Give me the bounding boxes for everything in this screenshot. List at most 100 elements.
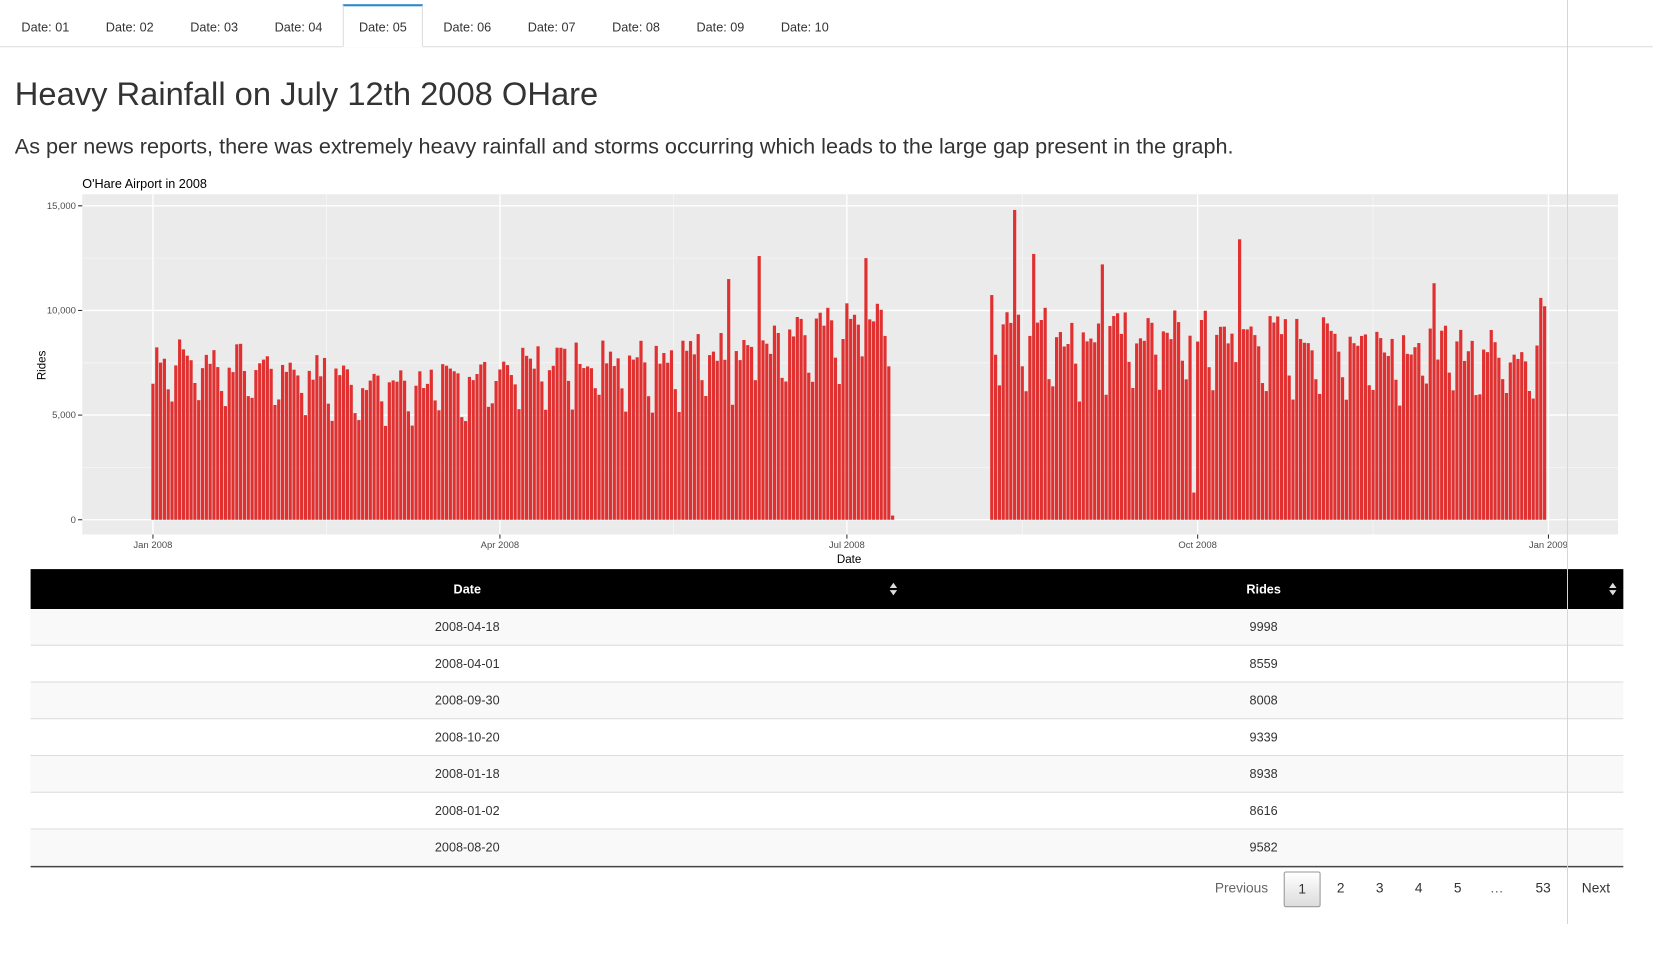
bar bbox=[296, 375, 300, 520]
bar bbox=[1264, 391, 1268, 520]
bar bbox=[566, 380, 571, 520]
bar bbox=[1177, 322, 1181, 520]
bar bbox=[605, 363, 609, 520]
table-row[interactable]: 2008-01-02 8616 bbox=[30, 793, 1624, 830]
bar bbox=[769, 353, 773, 520]
page-3-button[interactable]: 3 bbox=[1364, 871, 1396, 905]
table-row[interactable]: 2008-09-30 8008 bbox=[30, 682, 1624, 720]
column-header-rides[interactable]: Rides bbox=[904, 569, 1623, 609]
bar bbox=[204, 354, 208, 520]
scrollbar-track[interactable] bbox=[1567, 0, 1568, 924]
bar bbox=[1100, 264, 1104, 520]
bar bbox=[162, 358, 166, 520]
bar bbox=[1238, 239, 1242, 520]
bar bbox=[479, 364, 483, 520]
sort-icon[interactable] bbox=[889, 582, 898, 597]
bar bbox=[345, 369, 349, 520]
x-axis-label: Date bbox=[837, 554, 861, 566]
bar bbox=[730, 404, 735, 520]
bar bbox=[719, 333, 723, 520]
table-row[interactable]: 2008-10-20 9339 bbox=[30, 719, 1624, 756]
bar bbox=[528, 358, 533, 520]
column-header-date-label: Date bbox=[453, 581, 481, 597]
bar bbox=[856, 324, 860, 520]
tab-date-04[interactable]: Date: 04 bbox=[258, 4, 338, 46]
bar bbox=[330, 420, 334, 520]
bar bbox=[1295, 318, 1299, 520]
bar bbox=[631, 359, 635, 520]
tab-date-08[interactable]: Date: 08 bbox=[596, 4, 676, 46]
bar bbox=[1241, 329, 1246, 520]
bar bbox=[612, 366, 616, 520]
bar bbox=[1218, 326, 1223, 520]
bar bbox=[433, 400, 437, 520]
tab-date-09[interactable]: Date: 09 bbox=[680, 4, 760, 46]
bar bbox=[1104, 394, 1108, 520]
y-tick-label: 0 bbox=[71, 515, 76, 526]
page-5-button[interactable]: 5 bbox=[1442, 871, 1474, 905]
tab-date-03[interactable]: Date: 03 bbox=[174, 4, 254, 46]
table-row[interactable]: 2008-04-18 9998 bbox=[30, 609, 1624, 646]
y-axis-ticks: 0 5,000 10,000 15,000 bbox=[47, 201, 83, 526]
bar bbox=[1459, 329, 1463, 520]
table-row[interactable]: 2008-04-01 8559 bbox=[30, 646, 1624, 683]
bar bbox=[608, 351, 613, 520]
tab-date-02[interactable]: Date: 02 bbox=[90, 4, 170, 46]
tab-date-06[interactable]: Date: 06 bbox=[427, 4, 507, 46]
next-page-button[interactable]: Next bbox=[1574, 871, 1618, 905]
bar bbox=[692, 354, 696, 520]
bar bbox=[1287, 375, 1291, 520]
bar bbox=[578, 363, 582, 520]
bar bbox=[1207, 367, 1211, 520]
column-header-date[interactable]: Date bbox=[31, 569, 904, 609]
bar bbox=[669, 350, 674, 520]
bar bbox=[864, 258, 868, 520]
bar bbox=[1035, 322, 1040, 520]
bar bbox=[647, 396, 651, 520]
page-53-button[interactable]: 53 bbox=[1525, 871, 1561, 905]
bar bbox=[341, 365, 346, 520]
bar bbox=[486, 406, 491, 520]
bar bbox=[757, 256, 761, 520]
bar bbox=[1478, 394, 1482, 520]
bar bbox=[1390, 338, 1394, 520]
bar bbox=[1428, 328, 1432, 520]
bar bbox=[776, 332, 780, 520]
bar bbox=[1405, 353, 1409, 520]
page-4-button[interactable]: 4 bbox=[1403, 871, 1435, 905]
table-row[interactable]: 2008-01-18 8938 bbox=[30, 755, 1624, 793]
bar bbox=[525, 355, 529, 520]
bar bbox=[387, 382, 391, 520]
bar bbox=[155, 347, 159, 520]
bar bbox=[738, 360, 742, 520]
bar bbox=[464, 421, 468, 520]
bar bbox=[761, 340, 765, 520]
tab-date-05[interactable]: Date: 05 bbox=[342, 4, 423, 48]
tab-date-01[interactable]: Date: 01 bbox=[5, 4, 85, 46]
bar bbox=[353, 413, 357, 520]
bar bbox=[704, 396, 708, 520]
bar bbox=[715, 360, 719, 520]
table-bottom-border bbox=[30, 866, 1624, 868]
table-row[interactable]: 2008-08-20 9582 bbox=[30, 829, 1624, 867]
bar bbox=[589, 368, 594, 520]
cell-date: 2008-04-18 bbox=[434, 619, 500, 635]
bar bbox=[845, 303, 849, 520]
bar bbox=[624, 411, 628, 520]
bar bbox=[742, 339, 746, 520]
tab-date-07[interactable]: Date: 07 bbox=[512, 4, 592, 46]
tab-date-10[interactable]: Date: 10 bbox=[765, 4, 845, 46]
bar bbox=[1337, 351, 1341, 520]
bar bbox=[1302, 342, 1307, 520]
page-2-button[interactable]: 2 bbox=[1325, 871, 1357, 905]
bar bbox=[1512, 354, 1516, 520]
previous-page-button[interactable]: Previous bbox=[1208, 871, 1276, 905]
bar bbox=[319, 376, 323, 520]
bar bbox=[357, 420, 361, 520]
cell-date: 2008-09-30 bbox=[434, 692, 500, 708]
bar bbox=[685, 350, 689, 520]
bar bbox=[258, 363, 262, 520]
page-1-button[interactable]: 1 bbox=[1283, 871, 1321, 908]
sort-icon[interactable] bbox=[1609, 582, 1617, 597]
bar bbox=[1020, 366, 1024, 520]
